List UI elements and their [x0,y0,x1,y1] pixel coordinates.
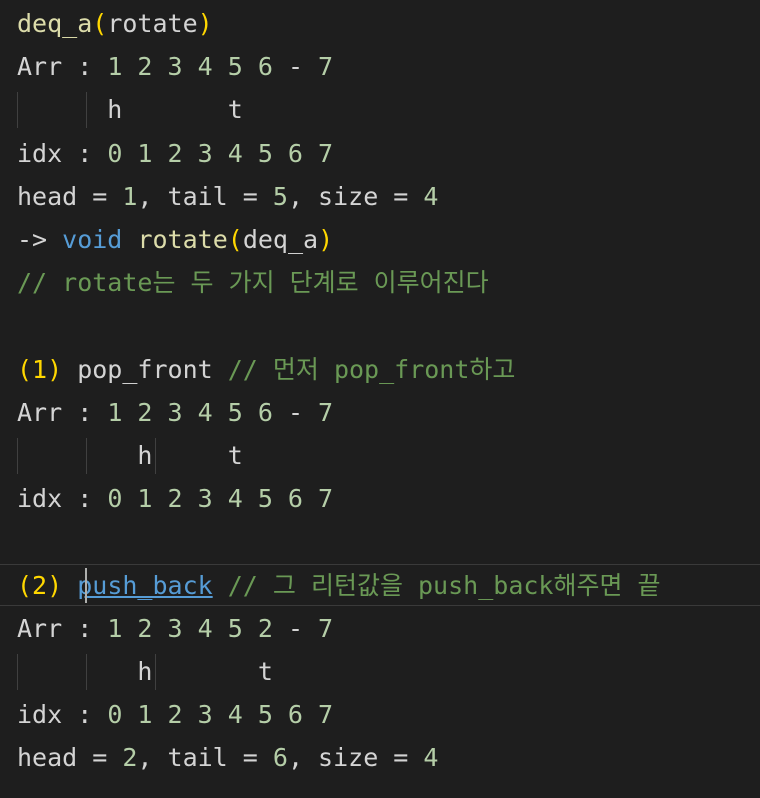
code-token: h t [17,95,243,125]
code-token: - [272,52,319,82]
code-token: , tail = [137,743,273,773]
code-token: h t [17,657,273,686]
code-editor[interactable]: deq_a(rotate) Arr : 1 2 3 4 5 6 - 7 h t id… [0,0,760,798]
code-token: -> [17,225,63,254]
code-line: h t [17,88,243,131]
text-cursor [85,568,87,603]
code-token: 1 2 3 4 5 6 [107,52,273,82]
code-token: head = [17,181,123,211]
code-token: Arr : [17,397,108,427]
code-token: - [272,613,319,643]
code-token: (2) [17,570,63,600]
indent-guide [17,438,18,474]
code-token: ) [197,9,213,38]
code-token: ) [318,225,334,254]
code-token: , size = [287,181,424,211]
code-line: idx : 0 1 2 3 4 5 6 7 [17,693,333,736]
code-line: head = 2, tail = 6, size = 4 [17,736,438,779]
code-line: Arr : 1 2 3 4 5 6 - 7 [17,45,333,88]
code-line: (1) pop_front // 먼저 pop_front하고 [17,348,515,391]
code-token: 4 [423,181,439,211]
code-token: 2 [122,743,138,773]
code-line: head = 1, tail = 5, size = 4 [17,175,438,218]
code-token: void [62,225,123,254]
code-line: Arr : 1 2 3 4 5 6 - 7 [17,391,333,434]
code-token: 6 [272,743,288,773]
code-token: Arr : [17,52,108,82]
code-token: Arr : [17,613,108,643]
code-line: h t [17,434,243,477]
code-token: 1 [122,181,138,211]
code-token: pop_front [62,354,228,384]
code-token: rotate [137,225,228,254]
code-token: 5 [272,181,288,211]
code-token: // 그 리턴값을 push_back해주면 끝 [227,570,661,600]
code-token: , tail = [137,181,273,211]
code-token: idx : [17,138,108,168]
code-token: (1) [17,354,63,384]
code-token: // 먼저 pop_front하고 [227,354,516,384]
code-line: idx : 0 1 2 3 4 5 6 7 [17,132,333,175]
code-token: deq_a [242,225,319,254]
code-token: head = [17,743,123,773]
code-token: 0 1 2 3 4 5 6 7 [107,484,334,514]
code-token: ( [92,9,108,38]
code-token: rotate [107,9,198,38]
code-token: - [272,397,319,427]
indent-guide [86,654,87,690]
symbol-link[interactable]: push_back [77,571,212,600]
indent-guide [86,92,87,128]
indent-guide [155,654,156,690]
code-token: h t [17,441,243,470]
code-token: 7 [318,613,334,643]
code-line: (2) push_back // 그 리턴값을 push_back해주면 끝 [17,564,661,607]
code-token: 7 [318,397,334,427]
code-token: 1 2 3 4 5 2 [107,613,273,643]
code-line: idx : 0 1 2 3 4 5 6 7 [17,477,333,520]
code-line: h t [17,650,273,693]
code-token: 1 2 3 4 5 6 [107,397,273,427]
code-token: , size = [287,743,424,773]
code-token: ( [227,225,243,254]
code-token: 0 1 2 3 4 5 6 7 [107,700,334,730]
code-token: 4 [423,743,439,773]
code-token: idx : [17,700,108,730]
code-line: -> void rotate(deq_a) [17,218,333,261]
indent-guide [17,654,18,690]
code-token: idx : [17,484,108,514]
code-line: Arr : 1 2 3 4 5 2 - 7 [17,607,333,650]
code-token: 7 [318,52,334,82]
code-token: deq_a [17,9,93,38]
indent-guide [155,438,156,474]
indent-guide [17,92,18,128]
indent-guide [86,438,87,474]
code-token: 0 1 2 3 4 5 6 7 [107,138,334,168]
code-line: // rotate는 두 가지 단계로 이루어진다 [17,261,489,304]
code-token: // rotate는 두 가지 단계로 이루어진다 [17,268,489,298]
code-line: deq_a(rotate) [17,2,213,45]
